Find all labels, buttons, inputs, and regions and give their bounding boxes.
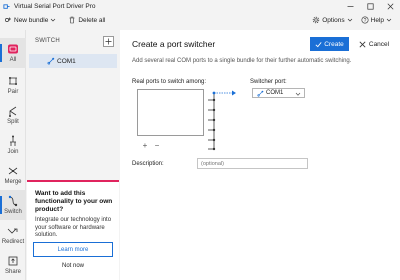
- maximize-icon: [366, 2, 374, 10]
- promo-card: Want to add this functionality to your o…: [27, 180, 119, 280]
- switcher-port-select[interactable]: COM1: [252, 88, 305, 98]
- not-now-link[interactable]: Not now: [33, 263, 113, 269]
- all-ports-icon: [8, 44, 18, 54]
- switcher-port-label: Switcher port:: [250, 79, 287, 85]
- share-icon: [8, 256, 18, 266]
- window-title: Virtual Serial Port Driver Pro: [14, 2, 96, 10]
- delete-all-label: Delete all: [78, 16, 106, 24]
- nav-item-switch[interactable]: Switch: [0, 190, 26, 220]
- learn-more-button[interactable]: Learn more: [33, 242, 113, 257]
- port-list-controls: + −: [140, 141, 164, 150]
- com-port-icon: [257, 90, 264, 97]
- gear-icon: [313, 16, 320, 24]
- check-icon: [315, 41, 322, 47]
- close-icon: [359, 41, 366, 47]
- nav-item-redirect[interactable]: Redirect: [0, 220, 26, 250]
- nav-item-join[interactable]: Join: [0, 130, 26, 160]
- real-ports-list[interactable]: [137, 89, 204, 136]
- merge-icon: [8, 167, 18, 175]
- app-logo-icon: [3, 3, 10, 9]
- panel-subtitle: Add several real COM ports to a single b…: [132, 58, 352, 64]
- help-icon: ?: [361, 16, 369, 24]
- create-label: Create: [324, 40, 344, 48]
- remove-port-button[interactable]: −: [152, 141, 162, 150]
- menu-right-group: Options ? Help: [306, 13, 394, 27]
- list-item-label: COM1: [57, 57, 76, 65]
- close-icon: [387, 3, 393, 9]
- add-switch-button[interactable]: [103, 36, 114, 47]
- nav-label-pair: Pair: [7, 89, 19, 95]
- description-input[interactable]: [197, 158, 308, 169]
- switcher-port-value: COM1: [266, 90, 284, 96]
- join-icon: [10, 135, 16, 146]
- trash-icon: [69, 16, 75, 24]
- list-header: SWITCH: [35, 38, 60, 44]
- description-label: Description:: [132, 161, 164, 167]
- nav-label-merge: Merge: [4, 179, 22, 185]
- new-bundle-menu[interactable]: New bundle: [4, 16, 58, 24]
- plus-icon: [105, 38, 112, 45]
- split-icon: [9, 106, 17, 117]
- help-menu[interactable]: ? Help: [361, 16, 394, 24]
- chevron-down-icon: [51, 18, 56, 22]
- switch-connector-diagram: [208, 90, 236, 151]
- switch-icon: [8, 195, 18, 207]
- chevron-down-icon: [347, 18, 352, 22]
- nav-item-split[interactable]: Split: [0, 100, 26, 130]
- title-bar: Virtual Serial Port Driver Pro: [0, 0, 400, 12]
- options-label: Options: [322, 16, 345, 24]
- list-item[interactable]: COM1: [29, 54, 117, 68]
- nav-item-share[interactable]: Share: [0, 250, 26, 280]
- redirect-icon: [7, 228, 18, 234]
- nav-item-pair[interactable]: Pair: [0, 70, 26, 100]
- nav-item-all[interactable]: All: [0, 38, 26, 68]
- cancel-label: Cancel: [368, 40, 390, 48]
- nav-item-merge[interactable]: Merge: [0, 160, 26, 190]
- nav-label-join: Join: [7, 149, 19, 155]
- close-window-button[interactable]: [380, 0, 400, 12]
- chevron-down-icon: [386, 18, 392, 22]
- menu-bar: New bundle Delete all Options ? Help: [0, 13, 400, 27]
- promo-title: Want to add this functionality to your o…: [35, 190, 113, 213]
- nav-label-redirect: Redirect: [1, 239, 25, 245]
- nav-label-switch: Switch: [4, 209, 22, 215]
- pair-icon: [9, 77, 17, 85]
- nav-label-share: Share: [4, 269, 21, 275]
- page-title: Create a port switcher: [132, 39, 216, 49]
- left-nav: All Pair Split Join Merge Switch Redirec…: [0, 30, 26, 280]
- cancel-button[interactable]: Cancel: [353, 37, 395, 51]
- maximize-button[interactable]: [360, 0, 380, 12]
- chevron-down-icon: [295, 92, 301, 96]
- add-port-button[interactable]: +: [140, 141, 150, 150]
- com-port-icon: [47, 57, 55, 65]
- help-label: Help: [370, 16, 384, 24]
- minimize-button[interactable]: [340, 0, 360, 12]
- nav-label-all: All: [9, 57, 17, 63]
- promo-body: Integrate our technology into your softw…: [35, 217, 112, 238]
- real-ports-label: Real ports to switch among:: [132, 79, 207, 85]
- options-menu[interactable]: Options: [312, 16, 354, 24]
- new-bundle-label: New bundle: [14, 16, 49, 24]
- create-button[interactable]: Create: [310, 37, 349, 51]
- new-bundle-icon: [5, 17, 11, 22]
- window-controls: [340, 0, 400, 12]
- delete-all-menu[interactable]: Delete all: [68, 16, 105, 24]
- minimize-icon: [347, 5, 353, 7]
- bundle-list-panel: SWITCH COM1: [27, 30, 119, 180]
- create-switcher-panel: Create a port switcher Create Cancel Add…: [120, 30, 400, 280]
- nav-label-split: Split: [7, 119, 19, 125]
- svg-text:?: ?: [363, 18, 366, 24]
